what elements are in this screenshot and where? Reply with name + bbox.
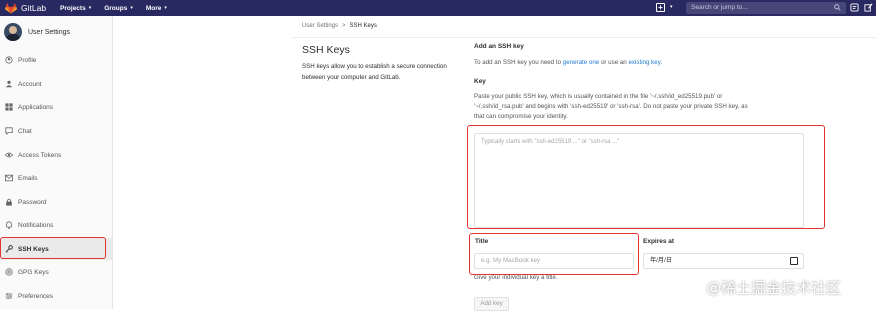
chevron-down-icon: ▾ [88,5,92,11]
search-input[interactable]: Search or jump to... [686,2,846,14]
title-highlight-box [469,233,639,275]
page-title: SSH Keys [302,44,350,56]
nav-more-label: More [145,4,162,12]
chevron-down-icon: ▾ [164,5,167,11]
key-highlight-box [467,125,825,229]
nav-projects[interactable]: Projects ▾ [60,5,91,12]
page-description: SSH keys allow you to establish a secure… [302,63,447,81]
gitlab-logo-icon[interactable] [5,2,17,14]
password-icon [6,198,12,206]
sidebar-item-access-tokens[interactable]: Access Tokens [0,144,112,166]
key-label: Key [474,78,486,85]
expires-label: Expires at [643,238,675,245]
sidebar-item-label: Preferences [18,292,54,300]
add-ssh-key-intro: To add an SSH key you need to generate o… [474,58,662,68]
sidebar-item-notifications[interactable]: Notifications [0,214,112,236]
sidebar-item-emails[interactable]: Emails [0,167,112,189]
applications-icon [5,103,13,111]
sidebar-item-label: Applications [18,103,54,111]
ssh-keys-highlight-box [0,237,106,259]
sidebar-item-label: Access Tokens [18,151,62,159]
sidebar-header[interactable]: User Settings [0,16,112,48]
sidebar-item-label: Notifications [18,221,54,229]
intro-prefix: To add an SSH key you need to [474,59,563,66]
nav-more[interactable]: More ▾ [146,5,167,12]
sidebar-title: User Settings [28,28,71,36]
profile-icon [5,56,13,64]
existing-key-link[interactable]: existing key [628,59,660,66]
calendar-icon[interactable] [790,257,798,265]
sidebar-item-label: Chat [18,127,32,135]
bell-icon [6,221,12,229]
sidebar-item-preferences[interactable]: Preferences [0,285,112,307]
sidebar-item-gpg-keys[interactable]: GPG Keys [0,261,112,283]
sidebar-item-applications[interactable]: Applications [0,96,112,118]
breadcrumb-current[interactable]: SSH Keys [350,23,377,29]
preferences-icon [5,293,13,299]
nav-groups[interactable]: Groups ▾ [104,5,133,12]
expires-value: 年/月/日 [650,257,673,264]
generate-one-link[interactable]: generate one [563,59,599,66]
nav-projects-label: Projects [60,4,86,12]
breadcrumb-divider [292,37,876,38]
chat-icon [5,127,13,135]
sidebar-item-label: Password [18,198,47,206]
nav-groups-label: Groups [104,4,128,12]
watermark: @稀土掘金技术社区 [706,279,842,297]
sidebar-item-label: Profile [18,56,37,64]
brand-name[interactable]: GitLab [21,3,46,13]
account-icon [5,80,13,88]
key-help-line: Paste your public SSH key, which is usua… [474,93,723,100]
new-plus-icon[interactable]: + [656,3,665,12]
sidebar-item-profile[interactable]: Profile [0,49,112,71]
key-help-text: Paste your public SSH key, which is usua… [474,92,814,122]
sidebar-item-password[interactable]: Password [0,191,112,213]
key-help-line: '~/.ssh/id_rsa.pub' and begins with 'ssh… [474,103,748,110]
sidebar-item-chat[interactable]: Chat [0,120,112,142]
chevron-down-icon: ▾ [130,5,133,11]
sidebar-item-label: GPG Keys [18,268,49,276]
top-navbar: GitLab Projects ▾ Groups ▾ More ▾ + ▾ Searc… [0,0,876,16]
sidebar-item-account[interactable]: Account [0,73,112,95]
search-placeholder: Search or jump to... [691,4,748,11]
access-tokens-icon [5,152,13,158]
search-icon [834,4,841,11]
avatar[interactable] [4,23,22,41]
breadcrumb: User Settings > SSH Keys [302,23,377,29]
breadcrumb-parent[interactable]: User Settings [302,23,338,29]
intro-middle: or use an [599,59,629,66]
emails-icon [5,174,13,182]
key-help-line: that can compromise your identity. [474,113,568,120]
add-ssh-key-heading: Add an SSH key [474,43,524,50]
issues-icon[interactable] [850,3,859,12]
sidebar-item-label: Account [18,80,42,88]
sidebar-item-label: Emails [18,174,38,182]
expires-date-input[interactable]: 年/月/日 [643,253,804,269]
intro-suffix: . [660,59,663,66]
edit-icon[interactable] [864,3,873,12]
breadcrumb-separator: > [342,23,346,29]
gpg-key-icon [5,268,13,276]
chevron-down-icon[interactable]: ▾ [670,4,673,10]
